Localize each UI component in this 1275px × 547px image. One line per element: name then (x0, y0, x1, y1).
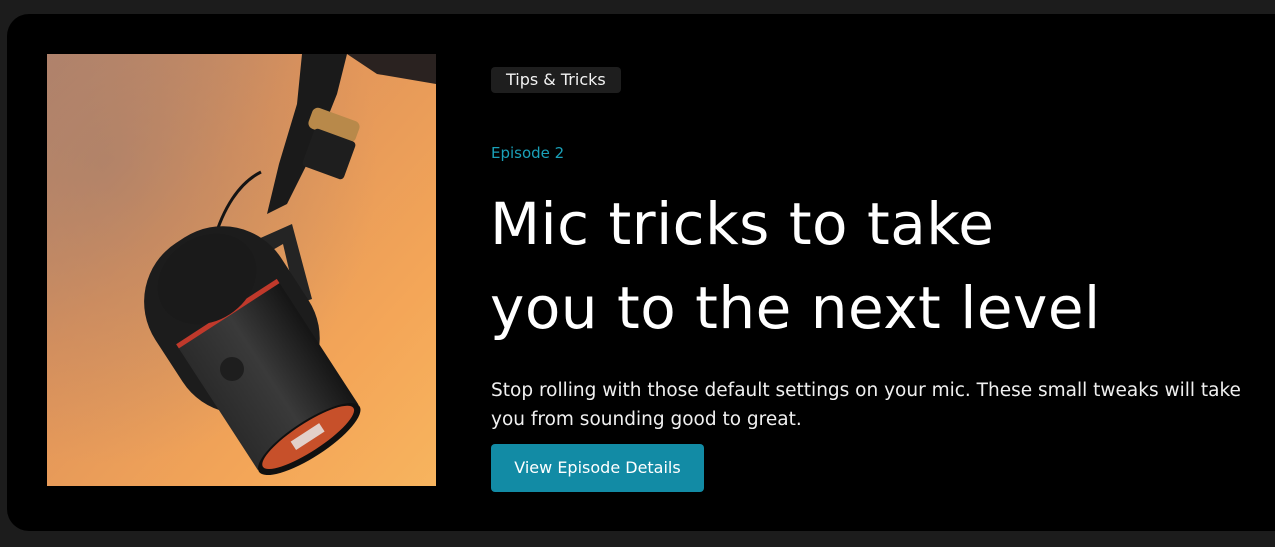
episode-number: Episode 2 (491, 144, 565, 162)
episode-cover-image (47, 54, 436, 486)
view-episode-details-button[interactable]: View Episode Details (491, 444, 704, 492)
episode-description: Stop rolling with those default settings… (491, 380, 1241, 430)
episode-title-line-2: you to the next level (490, 274, 1101, 342)
episode-title-line-1: Mic tricks to take (490, 190, 995, 258)
episode-title: Mic tricks to take you to the next level (490, 182, 1190, 350)
category-tag[interactable]: Tips & Tricks (491, 67, 621, 93)
